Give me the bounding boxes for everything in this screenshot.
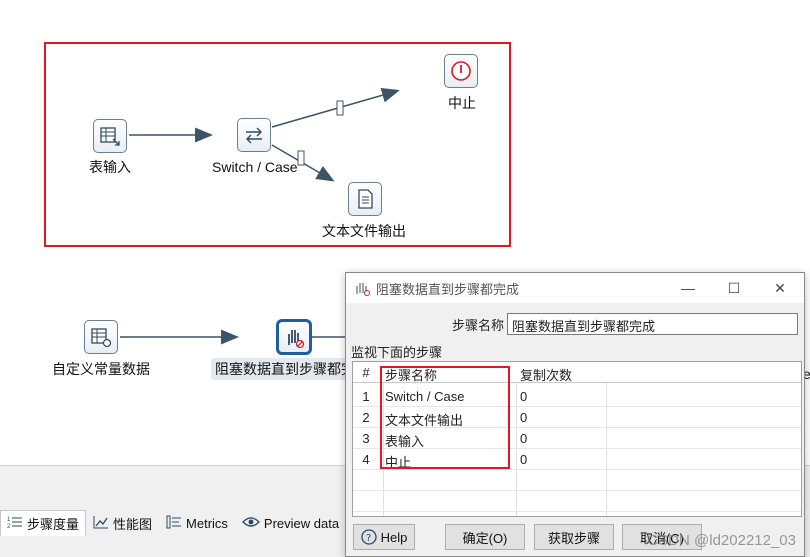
row-index: 4 [362, 452, 370, 467]
blocking-step-label: 阻塞数据直到步骤都完 [211, 358, 359, 380]
eye-icon [242, 515, 260, 532]
help-icon: ? [360, 529, 377, 545]
row-step-name[interactable]: 表输入 [385, 431, 424, 450]
custom-constant-step[interactable] [84, 320, 118, 354]
table-row[interactable]: 3 表输入 0 [353, 428, 801, 449]
tab-metrics[interactable]: Metrics [159, 510, 235, 536]
tab-preview-data[interactable]: Preview data [235, 510, 346, 536]
text-file-icon [358, 189, 373, 209]
blocking-step[interactable] [276, 319, 312, 355]
bottom-tabbar: 12 步骤度量 性能图 Metrics Preview data [0, 510, 346, 538]
table-row[interactable]: 2 文本文件输出 0 [353, 407, 801, 428]
blocking-step-dialog: 阻塞数据直到步骤都完成 — ☐ ✕ 步骤名称 阻塞数据直到步骤都完成 监视下面的… [345, 272, 805, 557]
table-header: # 步骤名称 复制次数 [353, 362, 801, 383]
get-steps-button[interactable]: 获取步骤 [534, 524, 614, 550]
text-file-output-step[interactable] [348, 182, 382, 216]
header-index: # [362, 365, 370, 380]
tab-step-metrics[interactable]: 12 步骤度量 [0, 510, 87, 536]
row-step-name[interactable]: 中止 [385, 452, 411, 471]
switch-case-label: Switch / Case [212, 159, 298, 175]
header-step-name[interactable]: 步骤名称 [385, 365, 437, 384]
switch-arrows-icon [246, 127, 262, 144]
table-row-empty[interactable] [353, 470, 801, 491]
monitor-steps-label: 监视下面的步骤 [351, 345, 443, 360]
metrics-icon [166, 515, 182, 532]
step-name-input[interactable]: 阻塞数据直到步骤都完成 [507, 313, 798, 335]
watermark: CSDN @ld202212_03 [647, 532, 796, 549]
close-icon[interactable]: ✕ [768, 277, 792, 299]
tab-performance-chart[interactable]: 性能图 [86, 510, 159, 536]
tab-label: Preview data [263, 515, 340, 531]
ok-button[interactable]: 确定(O) [445, 524, 525, 550]
performance-chart-icon [93, 515, 109, 532]
table-input-step[interactable] [93, 119, 127, 153]
abort-icon [451, 61, 471, 81]
tab-label: Metrics [186, 515, 228, 531]
row-step-name[interactable]: 文本文件输出 [385, 410, 463, 429]
abort-step[interactable] [444, 54, 478, 88]
custom-constant-label: 自定义常量数据 [52, 361, 150, 377]
help-button[interactable]: ? Help [353, 524, 415, 550]
header-copy-count[interactable]: 复制次数 [520, 365, 572, 384]
blocking-hand-icon [288, 330, 305, 349]
constant-data-icon [91, 328, 112, 348]
svg-text:1: 1 [7, 517, 11, 523]
dialog-app-icon [356, 283, 370, 296]
row-copy-count[interactable]: 0 [520, 431, 527, 446]
tab-label: 步骤度量 [27, 517, 80, 532]
abort-label: 中止 [448, 95, 476, 111]
copy-icon [297, 150, 305, 166]
row-index: 2 [362, 410, 370, 425]
help-button-label: Help [380, 529, 408, 545]
table-row[interactable]: 4 中止 0 [353, 449, 801, 470]
text-file-output-label: 文本文件输出 [322, 223, 406, 239]
maximize-icon[interactable]: ☐ [722, 277, 746, 299]
row-index: 3 [362, 431, 370, 446]
hop-switch-abort [271, 87, 400, 128]
table-input-icon [100, 127, 120, 146]
row-index: 1 [362, 389, 370, 404]
row-copy-count[interactable]: 0 [520, 452, 527, 467]
copy-icon [336, 100, 344, 116]
step-name-label: 步骤名称 [452, 318, 505, 333]
switch-case-step[interactable] [237, 118, 271, 152]
svg-text:?: ? [366, 533, 371, 544]
step-metrics-icon: 12 [7, 515, 23, 532]
monitored-steps-table[interactable]: # 步骤名称 复制次数 1 Switch / Case 0 2 文本文件输出 0… [352, 361, 802, 517]
table-row-empty[interactable] [353, 491, 801, 512]
table-input-label: 表输入 [89, 159, 131, 175]
row-copy-count[interactable]: 0 [520, 410, 527, 425]
svg-text:2: 2 [7, 524, 11, 529]
table-row[interactable]: 1 Switch / Case 0 [353, 386, 801, 407]
tab-label: 性能图 [113, 516, 153, 532]
row-step-name[interactable]: Switch / Case [385, 389, 464, 404]
dialog-title: 阻塞数据直到步骤都完成 [376, 281, 520, 297]
row-copy-count[interactable]: 0 [520, 389, 527, 404]
minimize-icon[interactable]: — [676, 277, 700, 299]
